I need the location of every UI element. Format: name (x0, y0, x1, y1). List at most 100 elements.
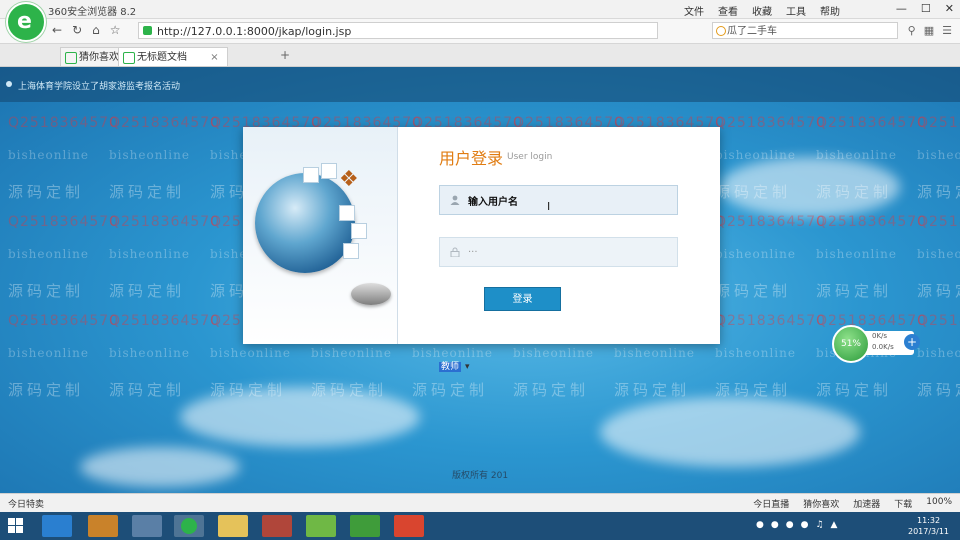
app-icon[interactable] (306, 515, 336, 537)
maximize-icon[interactable]: ☐ (921, 2, 931, 15)
status-recommend[interactable]: 猜你喜欢 (803, 497, 839, 510)
windows-taskbar: ● ● ● ● ♫ ▲ 11:32 2017/3/11 (0, 512, 960, 540)
login-dialog: ❖ 用户登录 User login I 教师▾ 登录 (243, 127, 720, 372)
status-daily-deals[interactable]: 今日特卖 (8, 497, 44, 510)
windows-start-icon[interactable] (8, 518, 24, 534)
search-input[interactable]: 瓜了二手车 (712, 22, 898, 39)
watermark-text: bisheonline (917, 247, 960, 261)
app-icon[interactable] (350, 515, 380, 537)
menu-icon[interactable]: ☰ (942, 24, 952, 37)
notice-bullet-icon (6, 81, 12, 87)
watermark-text: Q2518364570 (917, 214, 960, 230)
apps-icon[interactable]: ▦ (924, 24, 934, 37)
watermark-text: 源码定制 (816, 381, 893, 399)
watermark-text: 源码定制 (816, 183, 893, 201)
watermark-text: bisheonline (8, 346, 89, 360)
username-input[interactable] (468, 186, 668, 214)
watermark-text: 源码定制 (715, 381, 792, 399)
watermark-text: bisheonline (311, 346, 392, 360)
minimize-icon[interactable]: — (896, 2, 907, 15)
toolbar-right: ⚲ ▦ ☰ (908, 24, 952, 37)
speed-ball: 51% (832, 325, 870, 363)
username-field[interactable] (439, 185, 678, 215)
puzzle-piece (351, 223, 367, 239)
status-accelerator[interactable]: 加速器 (853, 497, 880, 510)
360-browser-taskbar-icon[interactable] (174, 515, 204, 537)
app-icon[interactable] (262, 515, 292, 537)
ie-icon[interactable] (42, 515, 72, 537)
clock-date: 2017/3/11 (908, 527, 950, 536)
watermark-text: bisheonline (715, 346, 796, 360)
watermark-text: Q2518364570 (109, 115, 221, 131)
top-notice-strip: 上海体育学院设立了胡家游监考报名活动 (0, 67, 960, 102)
menu-item-file[interactable]: 文件 (684, 3, 704, 18)
status-live[interactable]: 今日直播 (753, 497, 789, 510)
status-zoom[interactable]: 100% (926, 497, 952, 510)
page-viewport: 上海体育学院设立了胡家游监考报名活动 Q2518364570 Q251836457… (0, 67, 960, 493)
watermark-text: Q2518364570 (109, 214, 221, 230)
watermark-text: 源码定制 (513, 381, 590, 399)
tab-favicon-icon (123, 52, 135, 64)
star-icon[interactable]: ☆ (110, 23, 121, 37)
tab-close-icon[interactable]: × (210, 52, 218, 63)
app-icon[interactable] (394, 515, 424, 537)
network-icon[interactable]: ▲ (831, 520, 838, 530)
java-app-icon[interactable] (132, 515, 162, 537)
file-explorer-icon[interactable] (218, 515, 248, 537)
tab-bar: 猜你喜欢 无标题文档 × + (0, 44, 960, 67)
watermark-text: 源码定制 (109, 381, 186, 399)
tab-favicon-icon (65, 52, 77, 64)
watermark-text: bisheonline (715, 247, 796, 261)
watermark-text: Q2518364570 (917, 115, 960, 131)
watermark-text: 源码定制 (917, 381, 960, 399)
close-icon[interactable]: ✕ (945, 2, 954, 15)
watermark-text: 源码定制 (917, 282, 960, 300)
menu-item-view[interactable]: 查看 (718, 3, 738, 18)
book-app-icon[interactable] (88, 515, 118, 537)
watermark-text: Q2518364570 (715, 313, 827, 329)
puzzle-piece (339, 205, 355, 221)
new-tab-icon[interactable]: + (280, 48, 290, 62)
back-icon[interactable]: ← (52, 23, 62, 37)
text-cursor-icon: I (547, 200, 551, 213)
watermark-text: bisheonline (109, 148, 190, 162)
password-input[interactable] (468, 238, 668, 266)
network-speed-widget[interactable]: 0K/s 0.0K/s 51% + (832, 325, 922, 363)
status-download[interactable]: 下载 (894, 497, 912, 510)
taskbar-clock[interactable]: 11:32 2017/3/11 (908, 515, 949, 537)
password-field[interactable] (439, 237, 678, 267)
refresh-icon[interactable]: ↻ (72, 23, 82, 37)
login-button[interactable]: 登录 (484, 287, 561, 311)
tray-icon[interactable]: ● (756, 520, 764, 530)
browser-logo-icon[interactable]: e (6, 2, 46, 42)
url-input[interactable]: http://127.0.0.1:8000/jkap/login.jsp (138, 22, 658, 39)
search-icon[interactable]: ⚲ (908, 24, 916, 37)
search-engine-icon (716, 26, 726, 36)
watermark-text: Q2518364570 (715, 214, 827, 230)
nav-buttons: ← ↻ ⌂ ☆ (52, 23, 121, 37)
home-icon[interactable]: ⌂ (92, 23, 100, 37)
role-selected-value: 教师 (439, 362, 462, 372)
accelerate-icon[interactable]: + (904, 334, 920, 350)
menu-item-help[interactable]: 帮助 (820, 3, 840, 18)
menu-item-tools[interactable]: 工具 (786, 3, 806, 18)
watermark-text: 源码定制 (311, 381, 388, 399)
watermark-text: bisheonline (109, 346, 190, 360)
watermark-text: 源码定制 (109, 183, 186, 201)
menu-item-favorites[interactable]: 收藏 (752, 3, 772, 18)
chevron-down-icon: ▾ (465, 362, 470, 372)
watermark-text: Q2518364570 (8, 115, 120, 131)
computer-mouse-illustration (351, 283, 391, 305)
watermark-text: 源码定制 (614, 381, 691, 399)
tab-untitled-document[interactable]: 无标题文档 × (118, 47, 228, 66)
role-select[interactable]: 教师 ▾ (439, 359, 470, 372)
tray-icon[interactable]: ● (786, 520, 794, 530)
tray-icon[interactable]: ● (801, 520, 809, 530)
watermark-text: bisheonline (614, 346, 695, 360)
tray-icon[interactable]: ● (771, 520, 779, 530)
watermark-text: 源码定制 (715, 282, 792, 300)
user-icon (450, 195, 460, 205)
watermark-text: Q2518364570 (816, 214, 928, 230)
volume-icon[interactable]: ♫ (815, 520, 823, 530)
watermark-text: 源码定制 (8, 183, 85, 201)
